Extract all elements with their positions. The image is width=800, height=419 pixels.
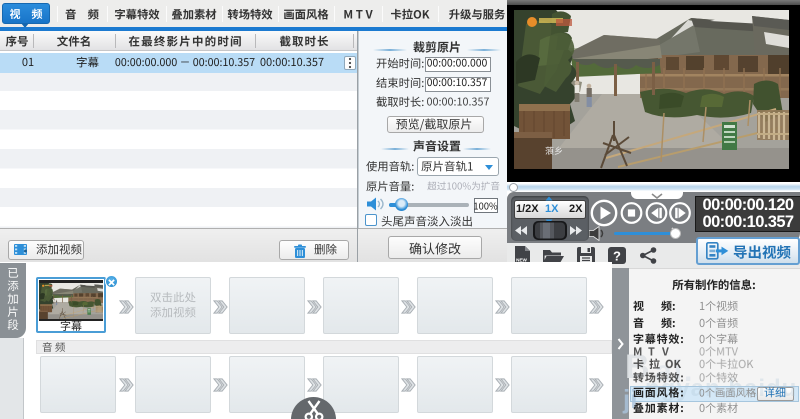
svg-text:?: ? — [613, 249, 621, 264]
